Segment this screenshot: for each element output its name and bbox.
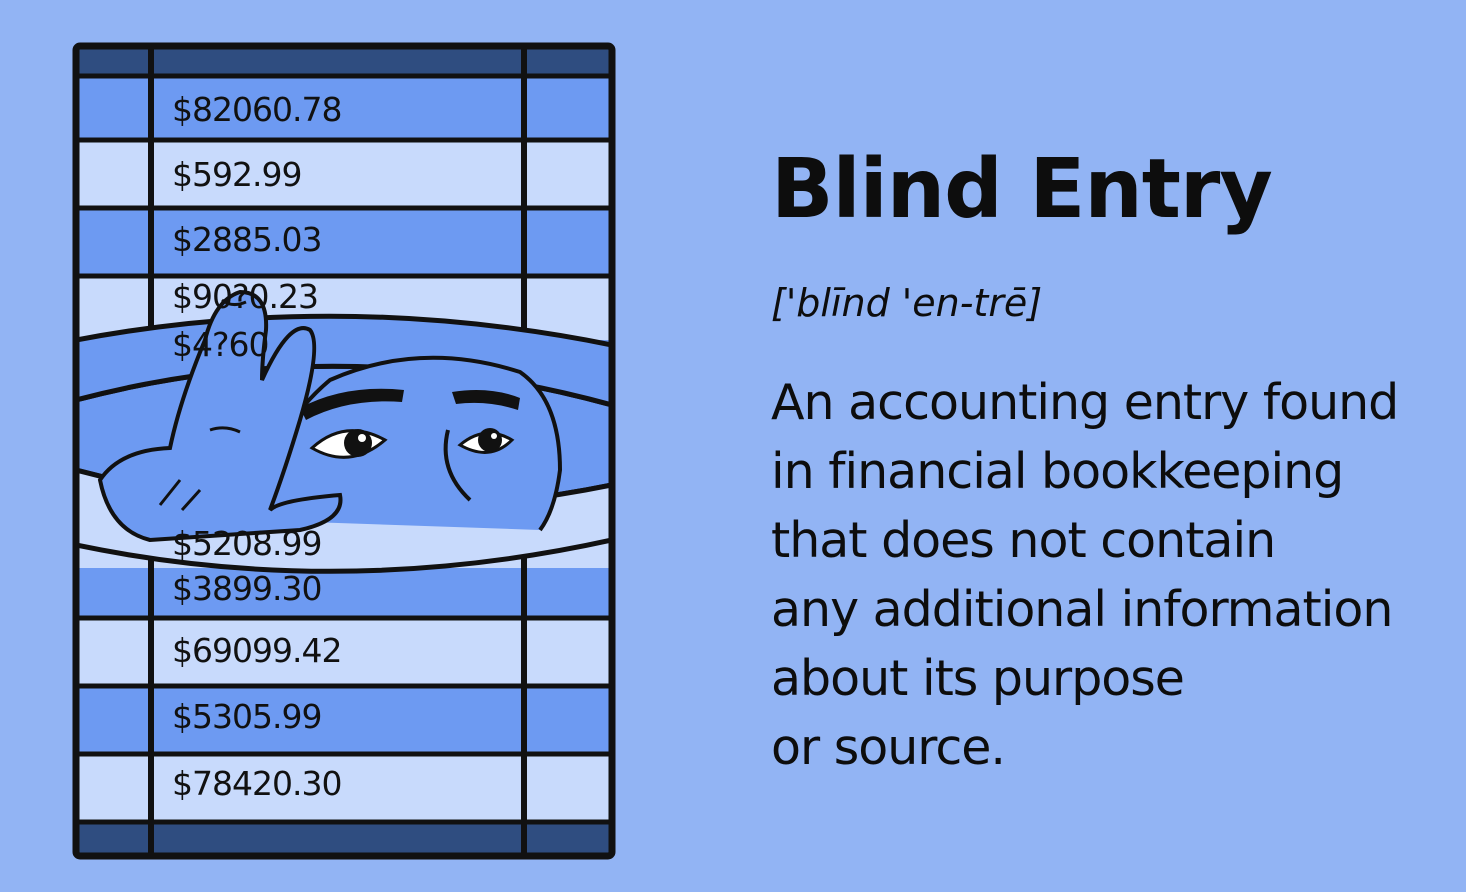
ledger-amount: $90?0.23	[172, 277, 318, 316]
ledger-row	[76, 754, 612, 822]
ledger-amount: $3899.30	[172, 569, 321, 608]
definition-line: any additional information	[771, 581, 1393, 638]
ledger-row	[76, 76, 612, 140]
pupil	[344, 429, 372, 457]
ledger-row	[76, 568, 612, 618]
ledger-row	[76, 686, 612, 754]
definition-text: An accounting entry found in financial b…	[771, 368, 1451, 782]
pronunciation: ['blīnd 'en-trē]	[771, 281, 1043, 325]
ledger-row	[76, 618, 612, 686]
definition-panel: Blind Entry ['blīnd 'en-trē] An accounti…	[771, 140, 1451, 782]
definition-line: An accounting entry found	[771, 374, 1399, 431]
ledger-amount: $82060.78	[172, 90, 341, 129]
definition-line: or source.	[771, 719, 1006, 776]
ledger-amount: $4?60	[172, 325, 269, 364]
ledger-amount: $5208.99	[172, 524, 321, 563]
term-title: Blind Entry	[771, 142, 1273, 237]
ledger-amount: $69099.42	[172, 631, 341, 670]
pupil	[478, 428, 502, 452]
ledger-amount: $5305.99	[172, 697, 321, 736]
ledger-row	[76, 140, 612, 208]
definition-line: about its purpose	[771, 650, 1185, 707]
ledger-amount: $592.99	[172, 155, 301, 194]
definition-line: that does not contain	[771, 512, 1276, 569]
ledger-row	[76, 208, 612, 276]
ledger-footer-band	[76, 822, 612, 856]
definition-line: in financial bookkeeping	[771, 443, 1344, 500]
ledger-amount: $78420.30	[172, 764, 341, 803]
ledger-amount: $2885.03	[172, 220, 321, 259]
ledger-header-band	[76, 46, 612, 76]
ledger-illustration: $82060.78 $592.99 $2885.03 $90?0.23 $4?6…	[72, 42, 616, 860]
